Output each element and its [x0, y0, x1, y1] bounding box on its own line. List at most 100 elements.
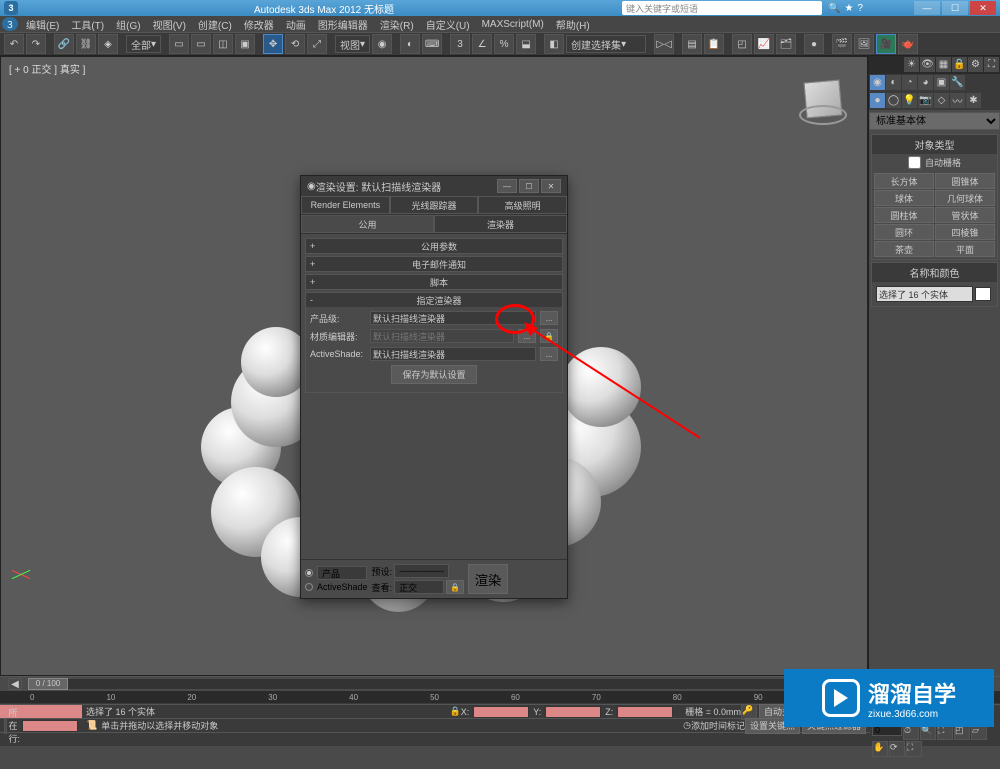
pan-button[interactable]: ✋ [872, 741, 888, 757]
dialog-minimize-button[interactable]: — [497, 179, 517, 193]
time-slider-handle[interactable]: 0 / 100 [28, 678, 68, 690]
eye-icon[interactable]: 👁 [920, 57, 935, 72]
rollout-script[interactable]: +脚本 [306, 275, 562, 289]
menu-animation[interactable]: 动画 [280, 17, 312, 32]
teapot-button[interactable]: 茶壶 [874, 241, 934, 257]
maxscript-icon[interactable]: 📜 [86, 720, 97, 731]
pyramid-button[interactable]: 四棱锥 [935, 224, 995, 240]
activeshade-radio[interactable] [305, 583, 313, 591]
product-renderer-browse-button[interactable]: ... [540, 311, 558, 325]
material-editor-button[interactable]: ● [804, 34, 824, 54]
spacewarps-icon[interactable]: 〰 [950, 93, 965, 108]
refcoord-dropdown[interactable]: 视图 ▾ [335, 35, 370, 53]
select-scale-button[interactable]: ⤢ [307, 34, 327, 54]
menu-edit[interactable]: 编辑(E) [20, 17, 65, 32]
select-region-button[interactable]: ◫ [213, 34, 233, 54]
view-dropdown[interactable]: 正交 [394, 580, 444, 594]
help-icon[interactable]: ? [857, 3, 863, 14]
tube-button[interactable]: 管状体 [935, 207, 995, 223]
add-time-tag[interactable]: 添加时间标记 [691, 719, 745, 732]
menu-rendering[interactable]: 渲染(R) [374, 17, 420, 32]
select-rotate-button[interactable]: ⟲ [285, 34, 305, 54]
modify-tab-icon[interactable]: ◐ [886, 75, 901, 90]
render-production-button[interactable]: 🎥 [876, 34, 896, 54]
select-move-button[interactable]: ✥ [263, 34, 283, 54]
shapes-icon[interactable]: ◯ [886, 93, 901, 108]
motion-tab-icon[interactable]: ◕ [918, 75, 933, 90]
align-button[interactable]: ▤ [682, 34, 702, 54]
viewport-label[interactable]: [ + 0 正交 ] 真实 ] [9, 61, 85, 76]
sphere-button[interactable]: 球体 [874, 190, 934, 206]
menu-tools[interactable]: 工具(T) [65, 17, 110, 32]
time-prev-button[interactable]: ◀ [8, 678, 22, 690]
named-selset-dropdown[interactable]: 创建选择集 ▾ [566, 35, 646, 53]
close-button[interactable]: ✕ [970, 1, 996, 15]
menu-group[interactable]: 组(G) [110, 17, 146, 32]
tab-raytracer[interactable]: 光线跟踪器 [390, 196, 479, 214]
viewcube[interactable] [799, 77, 847, 125]
snap-toggle-button[interactable]: 3 [450, 34, 470, 54]
dialog-titlebar[interactable]: ◉ 渲染设置: 默认扫描线渲染器 — ☐ ✕ [301, 176, 567, 196]
view-lock-button[interactable]: 🔒 [446, 580, 464, 594]
window-crossing-button[interactable]: ▣ [235, 34, 255, 54]
tab-renderer[interactable]: 渲染器 [434, 215, 567, 233]
manipulate-button[interactable]: ◐ [400, 34, 420, 54]
select-button[interactable]: ▭ [169, 34, 189, 54]
menu-views[interactable]: 视图(V) [147, 17, 192, 32]
undo-button[interactable]: ↶ [4, 34, 24, 54]
lock-selection-icon[interactable]: 🔒 [449, 706, 460, 717]
minimize-button[interactable]: — [914, 1, 940, 15]
box-button[interactable]: 长方体 [874, 173, 934, 189]
angle-snap-button[interactable]: ∠ [472, 34, 492, 54]
display-tab-icon[interactable]: ▣ [934, 75, 949, 90]
rollout-common-params[interactable]: +公用参数 [306, 239, 562, 253]
activeshade-renderer-browse-button[interactable]: ... [540, 347, 558, 361]
spinner-snap-button[interactable]: ⬓ [516, 34, 536, 54]
cylinder-button[interactable]: 圆柱体 [874, 207, 934, 223]
torus-button[interactable]: 圆环 [874, 224, 934, 240]
keyboard-shortcut-button[interactable]: ⌨ [422, 34, 442, 54]
menu-help[interactable]: 帮助(H) [550, 17, 596, 32]
tab-adv-lighting[interactable]: 高级照明 [478, 196, 567, 214]
mateditor-renderer-browse-button[interactable]: ... [518, 329, 536, 343]
rollout-assign-renderer[interactable]: -指定渲染器 [306, 293, 562, 307]
teapot-icon[interactable]: 🫖 [898, 34, 918, 54]
tab-common[interactable]: 公用 [301, 215, 434, 233]
autogrid-checkbox[interactable] [908, 156, 921, 169]
save-default-button[interactable]: 保存为默认设置 [391, 365, 476, 384]
help-search-input[interactable]: 键入关键字或短语 [622, 1, 822, 15]
menu-create[interactable]: 创建(C) [192, 17, 238, 32]
product-radio[interactable] [305, 569, 313, 577]
z-coord-input[interactable] [617, 706, 673, 718]
current-line-input[interactable] [22, 720, 78, 732]
preset-dropdown[interactable]: --------------- [394, 564, 449, 578]
maximize-button[interactable]: ☐ [942, 1, 968, 15]
search-icon[interactable]: 🔍 [828, 3, 840, 14]
grid-icon[interactable]: ▦ [936, 57, 951, 72]
geosphere-button[interactable]: 几何球体 [935, 190, 995, 206]
graphite-button[interactable]: ◰ [732, 34, 752, 54]
bind-button[interactable]: ◈ [98, 34, 118, 54]
link-button[interactable]: 🔗 [54, 34, 74, 54]
redo-button[interactable]: ↷ [26, 34, 46, 54]
y-coord-input[interactable] [545, 706, 601, 718]
primitive-category-dropdown[interactable]: 标准基本体 [869, 112, 1000, 130]
lights-icon[interactable]: 💡 [902, 93, 917, 108]
object-color-swatch[interactable] [975, 287, 991, 301]
maxmin-viewport-button[interactable]: ⛶ [906, 741, 922, 757]
time-tag-icon[interactable]: ◷ [683, 720, 691, 731]
rendered-frame-button[interactable]: 🖼 [854, 34, 874, 54]
menu-maxscript[interactable]: MAXScript(M) [476, 19, 550, 30]
utilities-tab-icon[interactable]: 🔧 [950, 75, 965, 90]
render-setup-button[interactable]: 🎬 [832, 34, 852, 54]
namecolor-header[interactable]: 名称和颜色 [872, 263, 997, 282]
schematic-button[interactable]: 🗂 [776, 34, 796, 54]
tab-render-elements[interactable]: Render Elements [301, 196, 390, 214]
create-tab-icon[interactable]: ◉ [870, 75, 885, 90]
app-menu-icon[interactable]: ３ [2, 17, 18, 31]
light-icon[interactable]: ☀ [904, 57, 919, 72]
object-type-header[interactable]: 对象类型 [872, 135, 997, 154]
menu-grapheditors[interactable]: 图形编辑器 [312, 17, 374, 32]
mateditor-lock-button[interactable]: 🔒 [540, 329, 558, 343]
curve-editor-button[interactable]: 📈 [754, 34, 774, 54]
